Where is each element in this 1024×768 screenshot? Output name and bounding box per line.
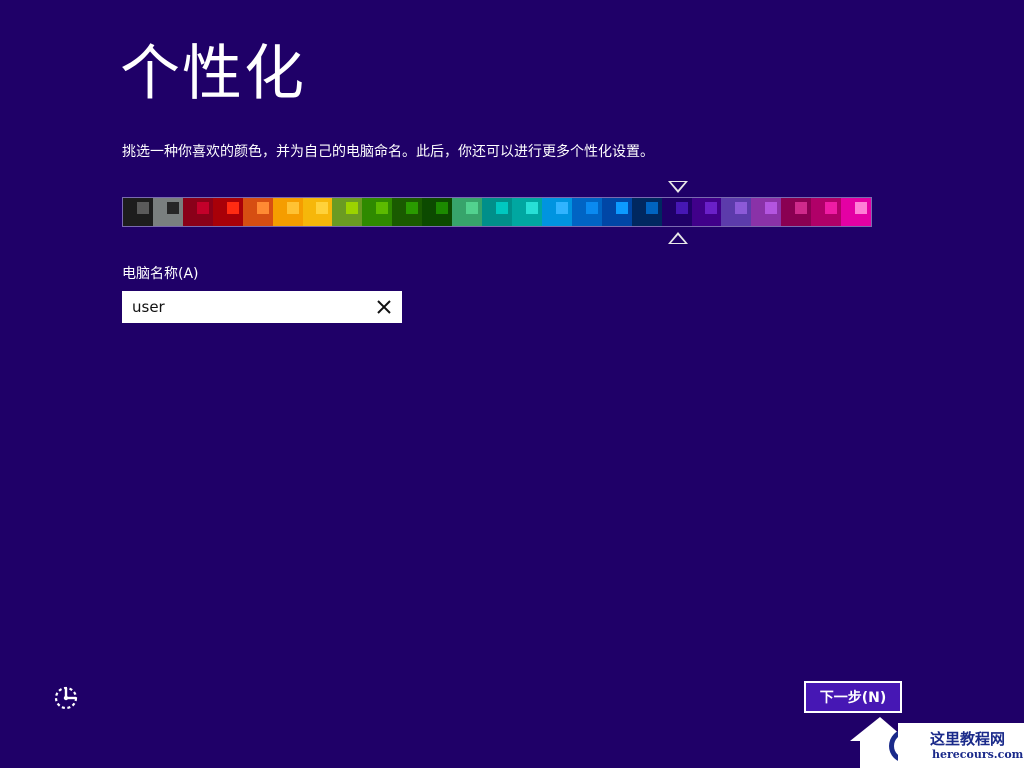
color-swatch-9[interactable] — [362, 198, 393, 226]
page-title: 个性化 — [120, 39, 306, 109]
color-swatch-accent — [765, 202, 778, 214]
pc-name-label: 电脑名称(A) — [122, 266, 199, 282]
ease-of-access-icon[interactable] — [52, 684, 80, 712]
color-swatch-3[interactable] — [182, 198, 213, 226]
color-swatch-7[interactable] — [302, 198, 333, 226]
color-swatch-accent — [136, 202, 149, 214]
color-swatch-2[interactable] — [152, 198, 183, 226]
color-swatch-accent — [825, 202, 838, 214]
color-swatch-21[interactable] — [721, 198, 752, 226]
color-swatch-accent — [286, 202, 299, 214]
color-swatch-20[interactable] — [691, 198, 722, 226]
color-swatch-6[interactable] — [272, 198, 303, 226]
color-swatch-10[interactable] — [392, 198, 423, 226]
watermark-site-name: 这里教程网 — [930, 730, 1006, 748]
color-swatch-14[interactable] — [511, 198, 542, 226]
color-swatch-22[interactable] — [751, 198, 782, 226]
color-swatch-16[interactable] — [571, 198, 602, 226]
color-swatch-25[interactable] — [841, 198, 872, 226]
color-swatch-23[interactable] — [781, 198, 812, 226]
color-swatch-accent — [226, 202, 239, 214]
color-swatch-12[interactable] — [452, 198, 483, 226]
color-swatch-accent — [496, 202, 509, 214]
color-swatch-accent — [376, 202, 389, 214]
color-swatch-accent — [196, 202, 209, 214]
color-swatch-5[interactable] — [242, 198, 273, 226]
color-swatch-accent — [645, 202, 658, 214]
color-picker-strip[interactable] — [122, 197, 872, 227]
color-swatch-8[interactable] — [332, 198, 363, 226]
watermark-logo: 这里教程网 herecours.com — [850, 713, 1024, 768]
page-description: 挑选一种你喜欢的颜色，并为自己的电脑命名。此后，你还可以进行更多个性化设置。 — [122, 144, 654, 160]
color-swatch-accent — [256, 202, 269, 214]
color-swatch-15[interactable] — [541, 198, 572, 226]
color-swatch-18[interactable] — [631, 198, 662, 226]
color-swatch-13[interactable] — [482, 198, 512, 226]
color-swatch-accent — [466, 202, 479, 214]
selected-color-indicator-top — [668, 181, 688, 193]
color-swatch-19[interactable] — [661, 198, 692, 226]
color-swatch-accent — [855, 202, 868, 214]
color-swatch-accent — [555, 202, 568, 214]
color-swatch-accent — [585, 202, 598, 214]
next-button[interactable]: 下一步(N) — [804, 681, 902, 713]
color-swatch-accent — [735, 202, 748, 214]
color-swatch-accent — [675, 202, 688, 214]
color-swatch-11[interactable] — [422, 198, 453, 226]
color-swatch-accent — [316, 202, 329, 214]
color-swatch-17[interactable] — [601, 198, 632, 226]
color-swatch-accent — [615, 202, 628, 214]
color-swatch-accent — [436, 202, 449, 214]
color-swatch-24[interactable] — [811, 198, 842, 226]
color-swatch-4[interactable] — [212, 198, 243, 226]
color-swatch-accent — [346, 202, 359, 214]
clear-text-icon[interactable] — [372, 295, 396, 319]
color-swatch-accent — [406, 202, 419, 214]
color-swatch-accent — [525, 202, 538, 214]
color-swatch-accent — [705, 202, 718, 214]
pc-name-field-container — [122, 291, 402, 323]
color-swatch-accent — [795, 202, 808, 214]
color-swatch-1[interactable] — [123, 198, 153, 226]
watermark-domain: herecours.com — [932, 748, 1024, 761]
pc-name-input[interactable] — [122, 291, 362, 323]
color-swatch-accent — [166, 202, 179, 214]
selected-color-indicator-bottom — [668, 232, 688, 244]
